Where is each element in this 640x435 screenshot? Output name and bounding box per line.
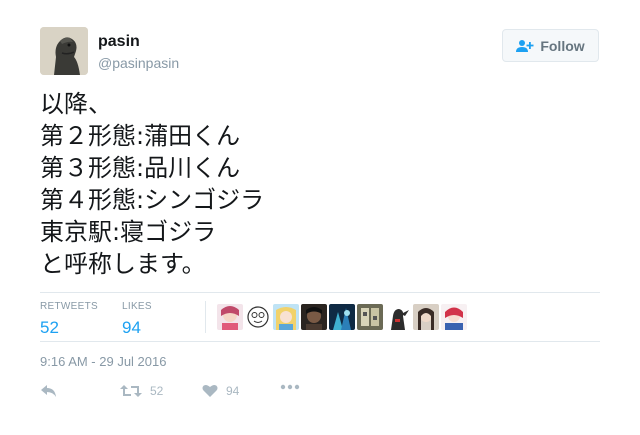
- godzilla-avatar-icon: [40, 27, 88, 75]
- liker-avatar[interactable]: [413, 304, 439, 330]
- likes-stat[interactable]: LIKES 94: [122, 301, 152, 338]
- tweet-timestamp[interactable]: 9:16 AM - 29 Jul 2016: [40, 354, 166, 369]
- like-button[interactable]: 94: [202, 384, 239, 398]
- liker-avatar[interactable]: [273, 304, 299, 330]
- retweet-count: 52: [150, 384, 164, 398]
- reply-button[interactable]: [40, 384, 58, 398]
- tweet-line: 第２形態:蒲田くん: [40, 122, 241, 150]
- likes-count: 94: [122, 318, 141, 337]
- tweet-line: と呼称します。: [40, 250, 206, 278]
- reply-icon: [41, 385, 56, 397]
- tweet-line: 第４形態:シンゴジラ: [40, 186, 265, 214]
- liker-avatar[interactable]: [217, 304, 243, 330]
- tweet-text: 以降、 第２形態:蒲田くん 第３形態:品川くん 第４形態:シンゴジラ 東京駅:寝…: [40, 88, 264, 280]
- retweet-icon: [120, 385, 142, 397]
- retweet-button[interactable]: 52: [120, 384, 163, 398]
- add-user-icon: [516, 39, 534, 52]
- liker-avatar[interactable]: [385, 304, 411, 330]
- retweets-stat[interactable]: RETWEETS 52: [40, 301, 98, 338]
- more-dots-icon: [280, 384, 300, 390]
- like-count: 94: [226, 384, 240, 398]
- user-handle[interactable]: @pasinpasin: [98, 55, 179, 71]
- tweet-line: 第３形態:品川くん: [40, 154, 241, 182]
- likes-label: LIKES: [122, 301, 152, 312]
- tweet-line: 以降、: [40, 90, 112, 118]
- liker-avatars: [217, 304, 467, 330]
- liker-avatar[interactable]: [329, 304, 355, 330]
- liker-avatar[interactable]: [301, 304, 327, 330]
- liker-avatar[interactable]: [441, 304, 467, 330]
- heart-icon: [202, 384, 218, 397]
- stats-divider: [205, 301, 206, 333]
- tweet-line: 東京駅:寝ゴジラ: [40, 218, 217, 246]
- follow-button[interactable]: Follow: [502, 29, 599, 62]
- avatar[interactable]: [40, 27, 88, 75]
- tweet-stats: RETWEETS 52 LIKES 94: [40, 292, 600, 342]
- retweets-label: RETWEETS: [40, 301, 98, 312]
- follow-button-label: Follow: [540, 37, 585, 54]
- retweets-count: 52: [40, 318, 59, 337]
- liker-avatar[interactable]: [357, 304, 383, 330]
- more-button[interactable]: [280, 384, 300, 390]
- user-display-name[interactable]: pasin: [98, 33, 140, 51]
- liker-avatar[interactable]: [245, 304, 271, 330]
